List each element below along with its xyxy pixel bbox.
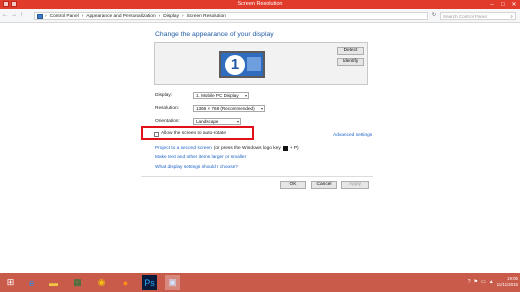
flag-icon[interactable]: ⚑	[474, 279, 478, 285]
ie-icon[interactable]: e	[24, 275, 39, 290]
search-icon[interactable]: ⌕	[510, 13, 513, 20]
back-arrow-icon[interactable]: ←	[2, 12, 8, 18]
up-arrow-icon[interactable]: ↑	[20, 12, 23, 18]
excel-icon[interactable]: ▦	[70, 275, 85, 290]
choose-settings-link[interactable]: What display settings should I choose?	[155, 165, 238, 170]
resolution-label: Resolution:	[155, 106, 179, 111]
monitor-number: 1	[225, 55, 245, 75]
text-size-link[interactable]: Make text and other items larger or smal…	[155, 155, 246, 160]
resolution-select[interactable]: 1366 × 768 (Recommended) ▾	[193, 105, 265, 112]
identify-button[interactable]: Identify	[337, 58, 364, 66]
breadcrumb-screen-resolution[interactable]: Screen Resolution	[187, 14, 226, 19]
breadcrumb-sep: ›	[81, 13, 84, 19]
forward-arrow-icon[interactable]: →	[11, 12, 17, 18]
help-icon[interactable]: ?	[468, 279, 471, 285]
monitor-1[interactable]: 1	[219, 51, 265, 78]
breadcrumb-sep: ›	[181, 13, 184, 19]
chevron-down-icon: ▾	[236, 119, 239, 124]
page-title: Change the appearance of your display	[155, 31, 274, 38]
close-button[interactable]: ✕	[510, 1, 518, 8]
orientation-value: Landscape	[196, 119, 219, 124]
orientation-label: Orientation:	[155, 119, 180, 124]
start-icon[interactable]: ⊞	[3, 275, 18, 290]
chevron-down-icon: ▾	[260, 106, 263, 111]
cancel-button[interactable]: Cancel	[311, 181, 337, 189]
project-hint-end: + P)	[289, 146, 299, 151]
control-panel-icon	[37, 14, 43, 19]
ok-button[interactable]: OK	[280, 181, 306, 189]
window-title: Screen Resolution	[237, 1, 283, 7]
orientation-select[interactable]: Landscape ▾	[193, 118, 241, 125]
display-select[interactable]: 1. Mobile PC Display ▾	[193, 92, 249, 99]
detect-button[interactable]: Detect	[337, 47, 364, 55]
windows-grid-icon	[247, 57, 261, 71]
breadcrumb[interactable]: › Control Panel › Appearance and Persona…	[34, 12, 428, 20]
minimize-button[interactable]: –	[488, 2, 496, 8]
autorotate-label[interactable]: Allow the screen to auto-rotate	[161, 131, 226, 136]
monitor-preview: 1 Detect Identify	[154, 42, 368, 85]
title-bar: Screen Resolution – □ ✕	[0, 0, 520, 9]
search-input[interactable]: Search Control Panel ⌕	[440, 12, 516, 20]
breadcrumb-control-panel[interactable]: Control Panel	[50, 14, 79, 19]
breadcrumb-sep: ›	[158, 13, 161, 19]
explorer-icon[interactable]: ▬	[46, 275, 61, 290]
autorotate-checkbox[interactable]	[154, 132, 159, 137]
project-row: Project to a second screen (or press the…	[155, 146, 299, 151]
display-value: 1. Mobile PC Display	[196, 93, 239, 98]
breadcrumb-appearance[interactable]: Appearance and Personalization	[86, 14, 155, 19]
resolution-value: 1366 × 768 (Recommended)	[196, 106, 255, 111]
network-icon[interactable]: ▲	[489, 279, 494, 285]
control-panel-icon[interactable]: ▣	[165, 275, 180, 290]
breadcrumb-sep: ›	[45, 13, 47, 19]
clock[interactable]: 19:05 11/11/2015	[497, 276, 518, 287]
windows-logo-icon	[282, 146, 288, 151]
taskbar: ⊞ e ▬ ▦ ◉ ● Ps ▣ ? ⚑ ▭ ▲ 19:05 11/11/201…	[0, 273, 520, 292]
photoshop-icon[interactable]: Ps	[142, 275, 157, 290]
project-link[interactable]: Project to a second screen	[155, 146, 212, 151]
advanced-settings-link[interactable]: Advanced settings	[333, 133, 372, 138]
chevron-down-icon: ▾	[244, 93, 247, 98]
breadcrumb-display[interactable]: Display	[163, 14, 179, 19]
clock-date: 11/11/2015	[496, 281, 518, 287]
firefox-icon[interactable]: ●	[118, 275, 133, 290]
maximize-button[interactable]: □	[499, 2, 507, 8]
address-bar: ← → ↑ › Control Panel › Appearance and P…	[0, 9, 520, 23]
system-tray: ? ⚑ ▭ ▲ 19:05 11/11/2015	[468, 276, 518, 287]
battery-icon[interactable]: ▭	[481, 279, 486, 285]
chrome-icon[interactable]: ◉	[94, 275, 109, 290]
search-placeholder: Search Control Panel	[443, 14, 487, 19]
refresh-icon[interactable]: ↻	[430, 12, 438, 20]
divider	[141, 176, 373, 177]
project-hint: (or press the Windows logo key	[213, 146, 281, 151]
display-label: Display:	[155, 93, 173, 98]
apply-button[interactable]: Apply	[341, 181, 369, 189]
